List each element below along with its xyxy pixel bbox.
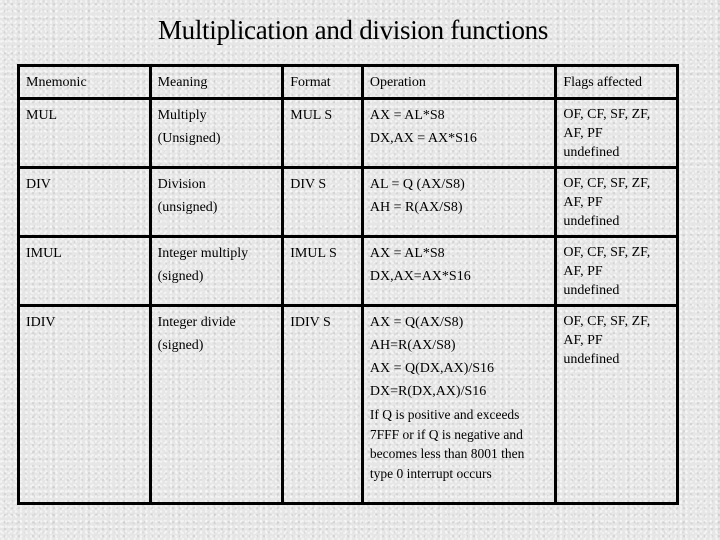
cell-mnemonic: DIV	[17, 166, 152, 238]
meaning-line: (signed)	[157, 338, 204, 353]
operation-line: AX = Q(AX/S8)	[369, 315, 464, 330]
operation-line: AX = AL*S8	[369, 246, 445, 261]
page-title: Multiplication and division functions	[157, 15, 549, 45]
flags-line: undefined	[563, 283, 620, 298]
flags-line: AF, PF	[563, 264, 603, 279]
cell-flags: OF, CF, SF, ZF, AF, PF undefined	[554, 235, 679, 307]
flags-line: AF, PF	[563, 195, 603, 210]
table-row: MUL Multiply (Unsigned) MUL S AX = AL*S8…	[17, 97, 679, 169]
flags-line: AF, PF	[563, 126, 603, 141]
cell-operation: AL = Q (AX/S8) AH = R(AX/S8)	[360, 166, 558, 238]
cell-format: MUL S	[281, 97, 364, 169]
header-mnemonic: Mnemonic	[17, 64, 152, 100]
cell-meaning: Integer multiply (signed)	[148, 235, 285, 307]
flags-line: undefined	[563, 214, 620, 229]
cell-mnemonic: IMUL	[17, 235, 152, 307]
cell-operation: AX = AL*S8 DX,AX = AX*S16	[360, 97, 558, 169]
header-flags: Flags affected	[554, 64, 679, 100]
cell-flags: OF, CF, SF, ZF, AF, PF undefined	[554, 304, 679, 505]
cell-operation: AX = Q(AX/S8) AH=R(AX/S8) AX = Q(DX,AX)/…	[360, 304, 558, 505]
cell-flags: OF, CF, SF, ZF, AF, PF undefined	[554, 97, 679, 169]
table-row: IDIV Integer divide (signed) IDIV S AX =…	[17, 304, 679, 505]
flags-line: OF, CF, SF, ZF,	[563, 245, 651, 260]
meaning-line: (Unsigned)	[157, 131, 221, 146]
cell-flags: OF, CF, SF, ZF, AF, PF undefined	[554, 166, 679, 238]
header-meaning: Meaning	[148, 64, 285, 100]
meaning-line: Integer multiply	[157, 246, 249, 261]
instruction-table: Mnemonic Meaning Format Operation Flags …	[17, 64, 679, 505]
operation-line: DX,AX = AX*S16	[369, 131, 477, 146]
overflow-note: If Q is positive and exceeds 7FFF or if …	[369, 407, 525, 481]
header-format: Format	[281, 64, 364, 100]
operation-line: DX,AX=AX*S16	[369, 269, 471, 284]
flags-line: OF, CF, SF, ZF,	[563, 107, 651, 122]
cell-meaning: Integer divide (signed)	[148, 304, 285, 505]
cell-format: IMUL S	[281, 235, 364, 307]
cell-mnemonic: MUL	[17, 97, 152, 169]
flags-line: undefined	[563, 352, 620, 367]
operation-line: AL = Q (AX/S8)	[369, 177, 465, 192]
cell-format: IDIV S	[281, 304, 364, 505]
meaning-line: (unsigned)	[157, 200, 218, 215]
header-operation: Operation	[360, 64, 558, 100]
table-row: IMUL Integer multiply (signed) IMUL S AX…	[17, 235, 679, 307]
operation-line: AH=R(AX/S8)	[369, 338, 456, 353]
meaning-line: (signed)	[157, 269, 204, 284]
cell-meaning: Multiply (Unsigned)	[148, 97, 285, 169]
cell-mnemonic: IDIV	[17, 304, 152, 505]
cell-operation: AX = AL*S8 DX,AX=AX*S16	[360, 235, 558, 307]
operation-line: AX = Q(DX,AX)/S16	[369, 361, 495, 376]
operation-line: AH = R(AX/S8)	[369, 200, 463, 215]
operation-line: DX=R(DX,AX)/S16	[369, 384, 487, 399]
cell-meaning: Division (unsigned)	[148, 166, 285, 238]
meaning-line: Integer divide	[157, 315, 236, 330]
flags-line: undefined	[563, 145, 620, 160]
flags-line: OF, CF, SF, ZF,	[563, 176, 651, 191]
meaning-line: Division	[157, 177, 206, 192]
operation-line: AX = AL*S8	[369, 108, 445, 123]
table-row: DIV Division (unsigned) DIV S AL = Q (AX…	[17, 166, 679, 238]
cell-format: DIV S	[281, 166, 364, 238]
flags-line: OF, CF, SF, ZF,	[563, 314, 651, 329]
table-header-row: Mnemonic Meaning Format Operation Flags …	[17, 64, 679, 100]
flags-line: AF, PF	[563, 333, 603, 348]
meaning-line: Multiply	[157, 108, 207, 123]
